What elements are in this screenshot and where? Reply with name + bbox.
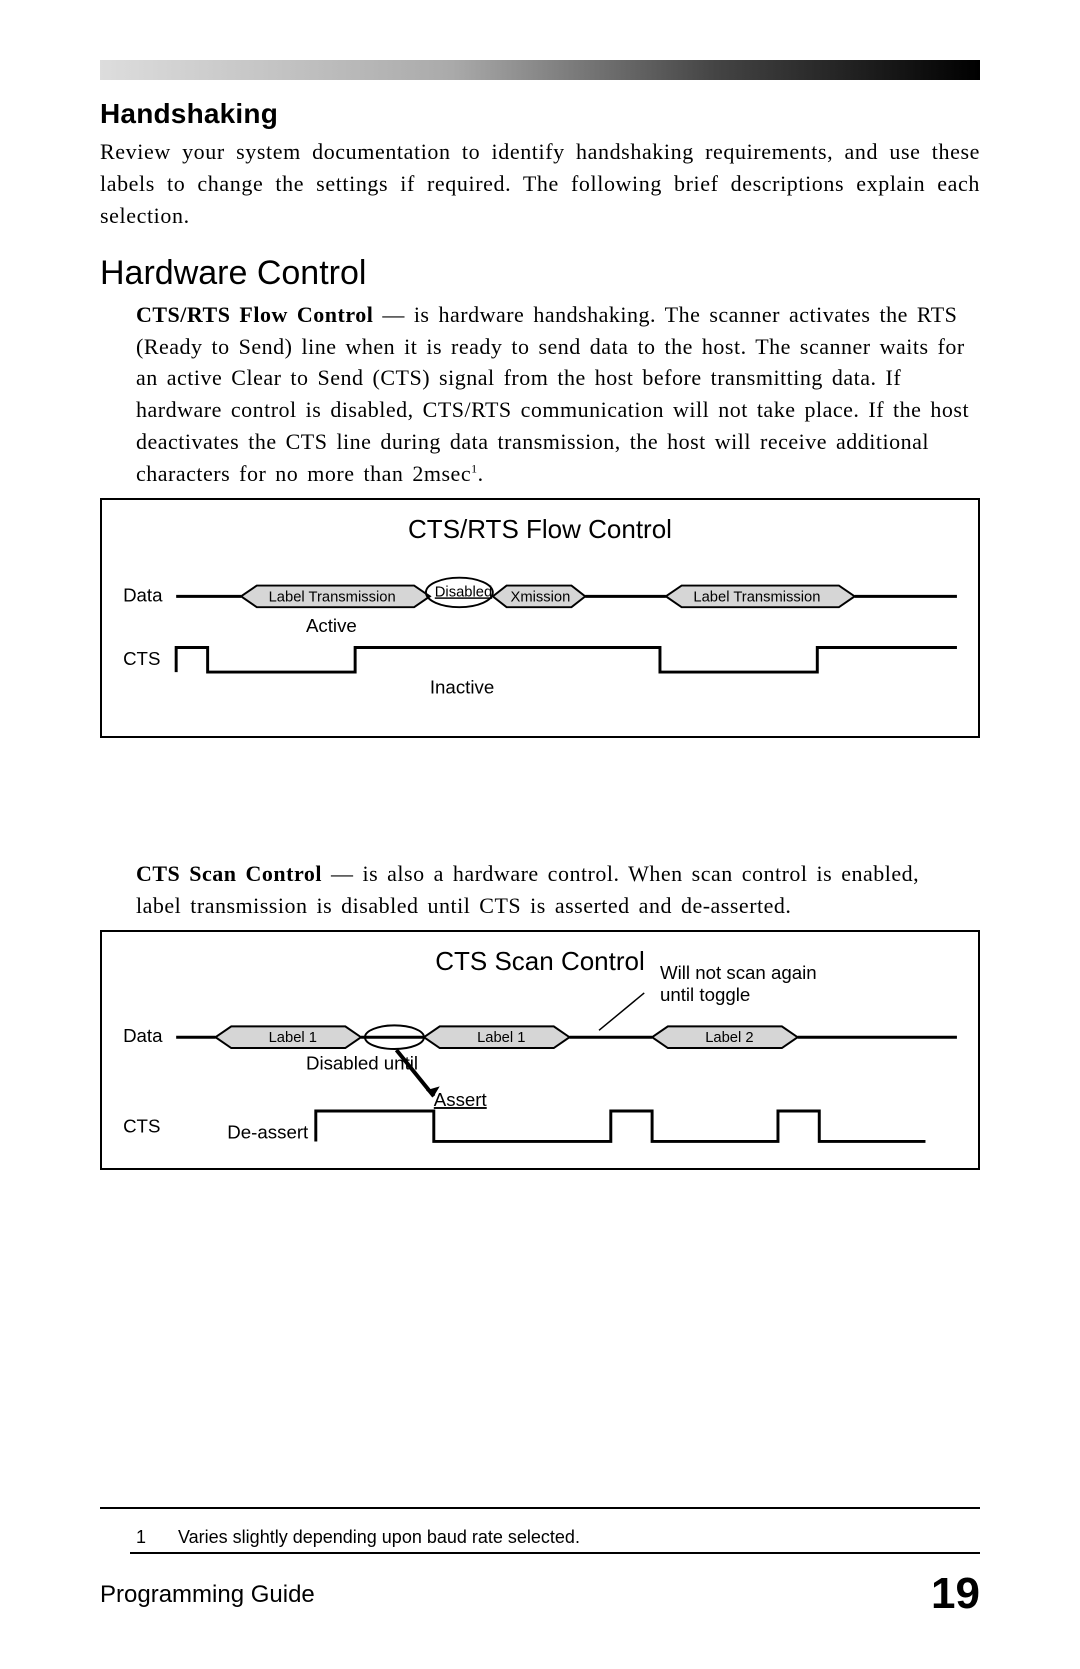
diagram2-cts-label: CTS xyxy=(123,1115,160,1136)
cts-rts-text: is hardware handshaking. The scanner act… xyxy=(136,302,969,486)
diagram-cts-scan-control: CTS Scan Control Will not scan again unt… xyxy=(100,930,980,1170)
diagram1-label-transmission-2: Label Transmission xyxy=(693,589,820,605)
diagram2-assert-label: Assert xyxy=(434,1089,488,1110)
cts-scan-paragraph: CTS Scan Control — is also a hardware co… xyxy=(136,858,970,922)
diagram2-label1b: Label 1 xyxy=(477,1030,525,1046)
section-heading: Handshaking xyxy=(100,98,980,130)
diagram1-inactive-label: Inactive xyxy=(430,677,494,698)
diagram-cts-rts-flow-control: CTS/RTS Flow Control Data Label Transmis… xyxy=(100,498,980,738)
footer-doc-title: Programming Guide xyxy=(100,1581,315,1609)
diagram2-label2: Label 2 xyxy=(705,1030,753,1046)
diagram1-active-label: Active xyxy=(306,615,357,636)
diagram2-data-label: Data xyxy=(123,1025,163,1046)
diagram2-deassert-label: De-assert xyxy=(227,1121,309,1142)
header-gradient-bar xyxy=(100,60,980,80)
diagram1-cts-label: CTS xyxy=(123,648,160,669)
diagram2-label1a: Label 1 xyxy=(269,1030,317,1046)
subsection-heading: Hardware Control xyxy=(100,254,980,293)
diagram1-svg: Data Label Transmission Disabled Xmissio… xyxy=(102,500,978,736)
footnote-number: 1 xyxy=(130,1527,178,1548)
diagram1-disabled-label: Disabled xyxy=(435,584,492,600)
diagram1-label-transmission-1: Label Transmission xyxy=(269,589,396,605)
diagram2-svg: Will not scan again until toggle Data La… xyxy=(102,932,978,1168)
footnote-row: 1Varies slightly depending upon baud rat… xyxy=(130,1527,980,1554)
cts-rts-period: . xyxy=(478,461,484,486)
cts-scan-dash: — xyxy=(322,861,363,886)
diagram2-note-line1: Will not scan again xyxy=(660,962,817,983)
diagram2-note-line2: until toggle xyxy=(660,984,750,1005)
footnote-text: Varies slightly depending upon baud rate… xyxy=(178,1527,580,1547)
diagram1-xmission-label: Xmission xyxy=(511,589,571,605)
cts-rts-paragraph: CTS/RTS Flow Control — is hardware hands… xyxy=(136,299,970,490)
footer-page-number: 19 xyxy=(931,1569,980,1619)
cts-scan-title-bold: CTS Scan Control xyxy=(136,861,322,886)
cts-rts-title-bold: CTS/RTS Flow Control xyxy=(136,302,373,327)
intro-paragraph: Review your system documentation to iden… xyxy=(100,136,980,232)
diagram1-data-label: Data xyxy=(123,584,163,605)
footnote-rule-top xyxy=(100,1507,980,1509)
cts-rts-dash: — xyxy=(373,302,414,327)
